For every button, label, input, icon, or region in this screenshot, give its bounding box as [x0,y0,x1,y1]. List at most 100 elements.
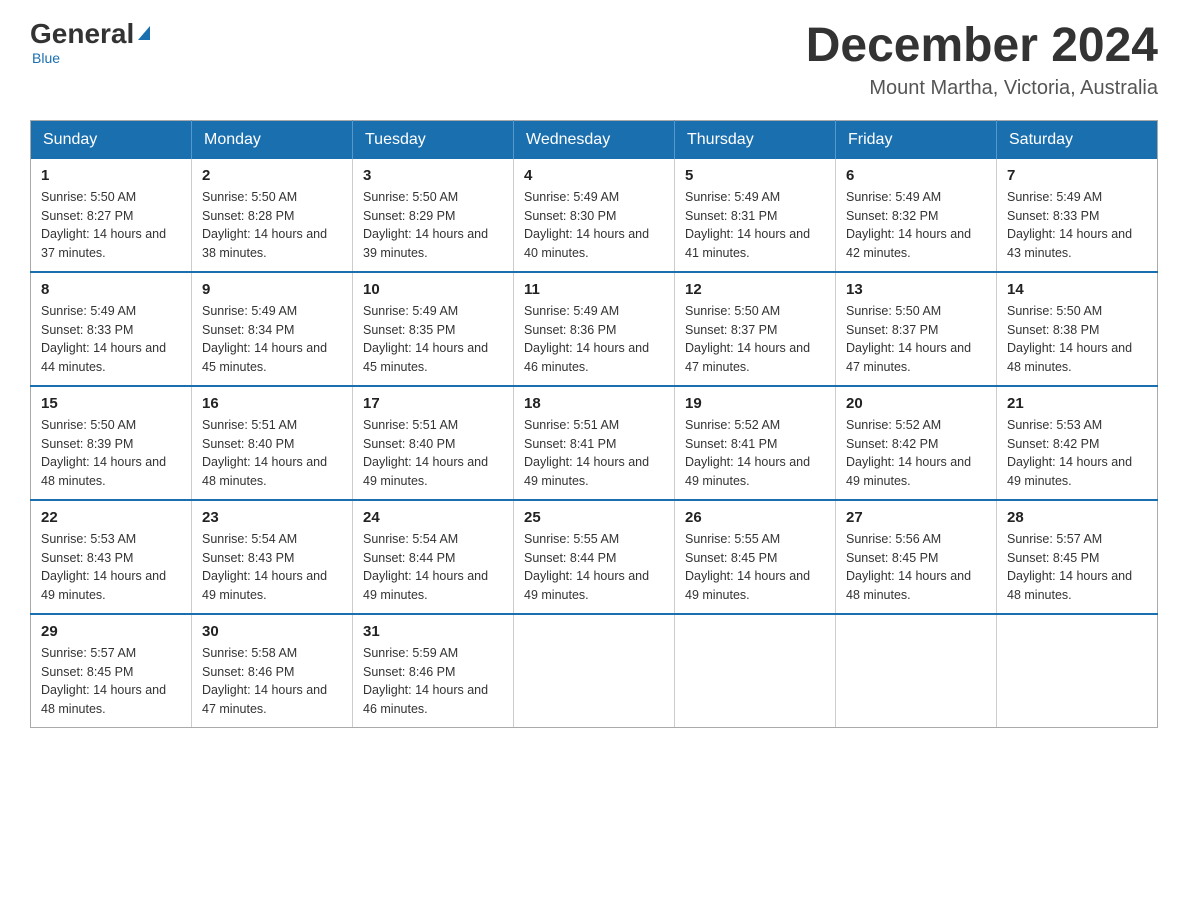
logo-blue: Blue [32,50,60,66]
day-info: Sunrise: 5:49 AMSunset: 8:34 PMDaylight:… [202,302,342,377]
calendar-cell: 8Sunrise: 5:49 AMSunset: 8:33 PMDaylight… [31,272,192,386]
calendar-cell: 24 Sunrise: 5:54 AMSunset: 8:44 PMDayligh… [353,500,514,614]
calendar-cell: 3 Sunrise: 5:50 AMSunset: 8:29 PMDaylight… [353,159,514,272]
weekday-header-saturday: Saturday [997,120,1158,159]
day-info: Sunrise: 5:50 AMSunset: 8:39 PMDaylight:… [41,416,181,491]
weekday-header-friday: Friday [836,120,997,159]
day-info: Sunrise: 5:49 AMSunset: 8:35 PMDaylight:… [363,302,503,377]
calendar-cell: 6 Sunrise: 5:49 AMSunset: 8:32 PMDaylight… [836,159,997,272]
day-number: 23 [202,509,342,526]
day-info: Sunrise: 5:58 AMSunset: 8:46 PMDaylight:… [202,644,342,719]
weekday-header-row: SundayMondayTuesdayWednesdayThursdayFrid… [31,120,1158,159]
calendar-cell: 20 Sunrise: 5:52 AMSunset: 8:42 PMDayligh… [836,386,997,500]
day-number: 18 [524,395,664,412]
calendar-cell [675,614,836,728]
calendar-cell: 1 Sunrise: 5:50 AMSunset: 8:27 PMDaylight… [31,159,192,272]
day-info: Sunrise: 5:57 AMSunset: 8:45 PMDaylight:… [41,644,181,719]
day-info: Sunrise: 5:50 AMSunset: 8:27 PMDaylight:… [41,188,181,263]
day-info: Sunrise: 5:49 AMSunset: 8:32 PMDaylight:… [846,188,986,263]
day-number: 9 [202,281,342,298]
day-number: 15 [41,395,181,412]
location-title: Mount Martha, Victoria, Australia [806,77,1158,100]
calendar-cell: 26 Sunrise: 5:55 AMSunset: 8:45 PMDayligh… [675,500,836,614]
day-number: 8 [41,281,181,298]
day-number: 24 [363,509,503,526]
day-info: Sunrise: 5:59 AMSunset: 8:46 PMDaylight:… [363,644,503,719]
calendar-cell: 25Sunrise: 5:55 AMSunset: 8:44 PMDayligh… [514,500,675,614]
day-info: Sunrise: 5:53 AMSunset: 8:42 PMDaylight:… [1007,416,1147,491]
calendar-cell: 14Sunrise: 5:50 AMSunset: 8:38 PMDayligh… [997,272,1158,386]
day-info: Sunrise: 5:50 AMSunset: 8:37 PMDaylight:… [685,302,825,377]
day-info: Sunrise: 5:49 AMSunset: 8:30 PMDaylight:… [524,188,664,263]
day-info: Sunrise: 5:55 AMSunset: 8:44 PMDaylight:… [524,530,664,605]
calendar-cell: 19 Sunrise: 5:52 AMSunset: 8:41 PMDayligh… [675,386,836,500]
calendar-cell: 29 Sunrise: 5:57 AMSunset: 8:45 PMDayligh… [31,614,192,728]
calendar-cell: 11 Sunrise: 5:49 AMSunset: 8:36 PMDayligh… [514,272,675,386]
weekday-header-wednesday: Wednesday [514,120,675,159]
calendar-cell: 2 Sunrise: 5:50 AMSunset: 8:28 PMDaylight… [192,159,353,272]
day-number: 30 [202,623,342,640]
day-number: 2 [202,167,342,184]
day-info: Sunrise: 5:53 AMSunset: 8:43 PMDaylight:… [41,530,181,605]
day-number: 21 [1007,395,1147,412]
day-number: 28 [1007,509,1147,526]
day-number: 13 [846,281,986,298]
calendar-cell: 31Sunrise: 5:59 AMSunset: 8:46 PMDayligh… [353,614,514,728]
calendar-cell: 28 Sunrise: 5:57 AMSunset: 8:45 PMDayligh… [997,500,1158,614]
logo-text: General [30,20,150,48]
day-number: 11 [524,281,664,298]
calendar-cell: 10 Sunrise: 5:49 AMSunset: 8:35 PMDayligh… [353,272,514,386]
weekday-header-tuesday: Tuesday [353,120,514,159]
weekday-header-thursday: Thursday [675,120,836,159]
calendar-cell: 4 Sunrise: 5:49 AMSunset: 8:30 PMDaylight… [514,159,675,272]
day-info: Sunrise: 5:52 AMSunset: 8:41 PMDaylight:… [685,416,825,491]
day-number: 7 [1007,167,1147,184]
day-number: 5 [685,167,825,184]
calendar-cell: 13 Sunrise: 5:50 AMSunset: 8:37 PMDayligh… [836,272,997,386]
calendar-week-row: 22 Sunrise: 5:53 AMSunset: 8:43 PMDayligh… [31,500,1158,614]
day-number: 6 [846,167,986,184]
day-number: 16 [202,395,342,412]
day-info: Sunrise: 5:56 AMSunset: 8:45 PMDaylight:… [846,530,986,605]
weekday-header-monday: Monday [192,120,353,159]
calendar-cell: 9 Sunrise: 5:49 AMSunset: 8:34 PMDaylight… [192,272,353,386]
day-number: 19 [685,395,825,412]
day-info: Sunrise: 5:50 AMSunset: 8:28 PMDaylight:… [202,188,342,263]
calendar-week-row: 8Sunrise: 5:49 AMSunset: 8:33 PMDaylight… [31,272,1158,386]
calendar-cell: 7 Sunrise: 5:49 AMSunset: 8:33 PMDaylight… [997,159,1158,272]
calendar-cell [836,614,997,728]
calendar-cell: 22 Sunrise: 5:53 AMSunset: 8:43 PMDayligh… [31,500,192,614]
day-info: Sunrise: 5:55 AMSunset: 8:45 PMDaylight:… [685,530,825,605]
calendar-cell: 5Sunrise: 5:49 AMSunset: 8:31 PMDaylight… [675,159,836,272]
weekday-header-sunday: Sunday [31,120,192,159]
calendar-cell: 16 Sunrise: 5:51 AMSunset: 8:40 PMDayligh… [192,386,353,500]
day-number: 14 [1007,281,1147,298]
day-info: Sunrise: 5:50 AMSunset: 8:29 PMDaylight:… [363,188,503,263]
day-info: Sunrise: 5:54 AMSunset: 8:44 PMDaylight:… [363,530,503,605]
calendar-cell: 12Sunrise: 5:50 AMSunset: 8:37 PMDayligh… [675,272,836,386]
day-number: 10 [363,281,503,298]
day-number: 1 [41,167,181,184]
day-number: 20 [846,395,986,412]
calendar-cell: 21 Sunrise: 5:53 AMSunset: 8:42 PMDayligh… [997,386,1158,500]
day-number: 29 [41,623,181,640]
calendar-cell: 23Sunrise: 5:54 AMSunset: 8:43 PMDayligh… [192,500,353,614]
day-info: Sunrise: 5:49 AMSunset: 8:36 PMDaylight:… [524,302,664,377]
day-info: Sunrise: 5:57 AMSunset: 8:45 PMDaylight:… [1007,530,1147,605]
calendar-cell [997,614,1158,728]
day-number: 4 [524,167,664,184]
day-number: 22 [41,509,181,526]
logo-triangle-icon [138,26,150,40]
day-info: Sunrise: 5:49 AMSunset: 8:33 PMDaylight:… [1007,188,1147,263]
day-info: Sunrise: 5:50 AMSunset: 8:37 PMDaylight:… [846,302,986,377]
calendar-cell: 30 Sunrise: 5:58 AMSunset: 8:46 PMDayligh… [192,614,353,728]
day-number: 26 [685,509,825,526]
day-info: Sunrise: 5:51 AMSunset: 8:40 PMDaylight:… [202,416,342,491]
calendar-cell: 17Sunrise: 5:51 AMSunset: 8:40 PMDayligh… [353,386,514,500]
calendar-table: SundayMondayTuesdayWednesdayThursdayFrid… [30,120,1158,728]
day-info: Sunrise: 5:51 AMSunset: 8:40 PMDaylight:… [363,416,503,491]
calendar-week-row: 15 Sunrise: 5:50 AMSunset: 8:39 PMDayligh… [31,386,1158,500]
title-area: December 2024 Mount Martha, Victoria, Au… [806,20,1158,100]
day-info: Sunrise: 5:52 AMSunset: 8:42 PMDaylight:… [846,416,986,491]
day-number: 3 [363,167,503,184]
